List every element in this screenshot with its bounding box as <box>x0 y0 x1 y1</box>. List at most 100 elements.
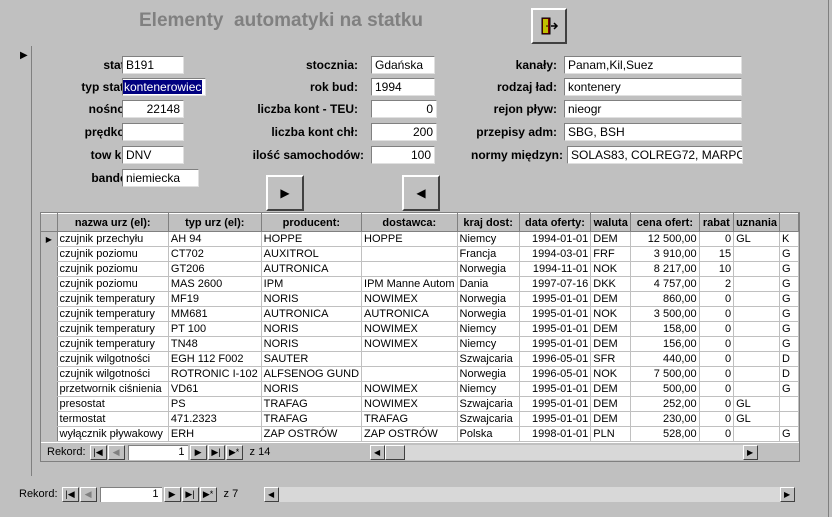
table-cell[interactable]: 1995-01-01 <box>519 291 592 307</box>
table-cell[interactable]: NOWIMEX <box>361 396 458 412</box>
table-cell[interactable]: czujnik poziomu <box>57 276 169 292</box>
table-cell[interactable] <box>361 351 458 367</box>
column-header[interactable]: uznania <box>733 213 781 232</box>
table-cell[interactable]: D <box>779 366 799 382</box>
table-cell[interactable]: G <box>779 276 799 292</box>
table-cell[interactable]: NOWIMEX <box>361 291 458 307</box>
table-row[interactable]: czujnik temperatury MF19 NORIS NOWIMEX Norwe… <box>41 291 799 307</box>
row-selector[interactable] <box>41 306 58 322</box>
table-cell[interactable]: TRAFAG <box>261 411 363 427</box>
build-field-2[interactable]: 0 <box>371 100 437 118</box>
ship-field-1[interactable]: kontenerowiec <box>122 78 206 96</box>
subform-first-record-button[interactable]: |◀ <box>89 444 107 460</box>
devices-datasheet[interactable]: nazwa urz (el): typ urz (el): producent: do… <box>40 212 800 462</box>
table-cell[interactable]: NOK <box>590 306 632 322</box>
table-cell[interactable]: Szwajcaria <box>457 396 520 412</box>
table-cell[interactable]: Polska <box>457 426 520 442</box>
subform-record-number-input[interactable]: 1 <box>127 444 188 460</box>
table-cell[interactable]: 0 <box>699 366 735 382</box>
table-cell[interactable] <box>361 366 458 382</box>
table-cell[interactable]: termostat <box>57 411 169 427</box>
table-cell[interactable] <box>779 396 799 412</box>
table-cell[interactable]: DKK <box>590 276 632 292</box>
column-header[interactable]: dostawca: <box>361 213 458 232</box>
table-cell[interactable]: PLN <box>590 426 632 442</box>
table-cell[interactable]: TN48 <box>168 336 262 352</box>
table-cell[interactable]: 860,00 <box>630 291 700 307</box>
table-cell[interactable]: NOWIMEX <box>361 336 458 352</box>
row-selector[interactable]: ▶ <box>41 231 58 247</box>
form-last-record-button[interactable]: ▶| <box>181 486 199 502</box>
table-cell[interactable]: FRF <box>590 246 632 262</box>
previous-record-button[interactable]: ◀ <box>402 175 440 211</box>
table-cell[interactable]: 12 500,00 <box>630 231 700 247</box>
build-field-3[interactable]: 200 <box>371 123 437 141</box>
column-header[interactable]: waluta <box>590 213 632 232</box>
table-cell[interactable]: EGH 112 F002 <box>168 351 262 367</box>
table-cell[interactable]: 0 <box>699 336 735 352</box>
table-cell[interactable]: 252,00 <box>630 396 700 412</box>
table-cell[interactable]: CT702 <box>168 246 262 262</box>
table-cell[interactable] <box>733 351 781 367</box>
table-cell[interactable]: AUXITROL <box>261 246 363 262</box>
ship-field-3[interactable] <box>122 123 184 141</box>
row-selector[interactable] <box>41 426 58 442</box>
column-header[interactable]: data oferty: <box>519 213 592 232</box>
row-selector[interactable] <box>41 411 58 427</box>
table-cell[interactable]: MF19 <box>168 291 262 307</box>
next-record-button[interactable]: ▶ <box>266 175 304 211</box>
column-header[interactable]: producent: <box>261 213 363 232</box>
table-cell[interactable]: Niemcy <box>457 231 520 247</box>
table-cell[interactable]: 440,00 <box>630 351 700 367</box>
table-cell[interactable]: G <box>779 426 799 442</box>
row-selector[interactable] <box>41 246 58 262</box>
table-cell[interactable]: czujnik temperatury <box>57 321 169 337</box>
voyage-field-1[interactable]: kontenery <box>564 78 742 96</box>
scroll-right-icon[interactable]: ▶ <box>742 444 758 460</box>
table-row[interactable]: czujnik poziomu CT702 AUXITROL Francja 1994-… <box>41 246 799 262</box>
table-cell[interactable]: 1994-11-01 <box>519 261 592 277</box>
table-cell[interactable]: PS <box>168 396 262 412</box>
table-cell[interactable]: HOPPE <box>261 231 363 247</box>
row-selector[interactable] <box>41 261 58 277</box>
table-cell[interactable]: 2 <box>699 276 735 292</box>
form-horizontal-scrollbar[interactable]: ◀ ▶ <box>263 486 795 502</box>
table-cell[interactable]: G <box>779 336 799 352</box>
table-row[interactable]: termostat 471.2323 TRAFAG TRAFAG Szwajcaria 1… <box>41 411 799 427</box>
table-cell[interactable]: 4 757,00 <box>630 276 700 292</box>
table-cell[interactable]: 10 <box>699 261 735 277</box>
table-cell[interactable]: 1998-01-01 <box>519 426 592 442</box>
column-header[interactable]: nazwa urz (el): <box>57 213 169 232</box>
table-cell[interactable]: K <box>779 231 799 247</box>
row-selector[interactable] <box>41 336 58 352</box>
table-cell[interactable]: czujnik wilgotności <box>57 366 169 382</box>
table-cell[interactable]: DEM <box>590 336 632 352</box>
table-cell[interactable]: 0 <box>699 381 735 397</box>
ship-field-0[interactable]: B191 <box>122 56 184 74</box>
table-cell[interactable]: ERH <box>168 426 262 442</box>
scroll-left-icon[interactable]: ◀ <box>369 444 385 460</box>
table-cell[interactable]: AH 94 <box>168 231 262 247</box>
table-cell[interactable]: 1996-05-01 <box>519 351 592 367</box>
table-cell[interactable]: SAUTER <box>261 351 363 367</box>
voyage-field-2[interactable]: nieogr <box>564 100 742 118</box>
table-cell[interactable]: Szwajcaria <box>457 351 520 367</box>
table-cell[interactable]: 8 217,00 <box>630 261 700 277</box>
table-cell[interactable] <box>733 321 781 337</box>
table-row[interactable]: czujnik temperatury PT 100 NORIS NOWIMEX Nie… <box>41 321 799 337</box>
table-cell[interactable]: 0 <box>699 321 735 337</box>
table-cell[interactable]: TRAFAG <box>361 411 458 427</box>
table-cell[interactable]: NOK <box>590 366 632 382</box>
table-cell[interactable]: GT206 <box>168 261 262 277</box>
voyage-field-3[interactable]: SBG, BSH <box>564 123 742 141</box>
table-cell[interactable]: AUTRONICA <box>261 306 363 322</box>
build-field-1[interactable]: 1994 <box>371 78 435 96</box>
table-row[interactable]: czujnik wilgotności ROTRONIC I-102 ALFSENO… <box>41 366 799 382</box>
table-cell[interactable]: Niemcy <box>457 336 520 352</box>
table-cell[interactable]: NORIS <box>261 381 363 397</box>
row-selector[interactable] <box>41 351 58 367</box>
table-cell[interactable]: G <box>779 321 799 337</box>
voyage-field-0[interactable]: Panam,Kil,Suez <box>564 56 742 74</box>
table-cell[interactable] <box>779 411 799 427</box>
ship-field-4[interactable]: DNV <box>122 146 184 164</box>
